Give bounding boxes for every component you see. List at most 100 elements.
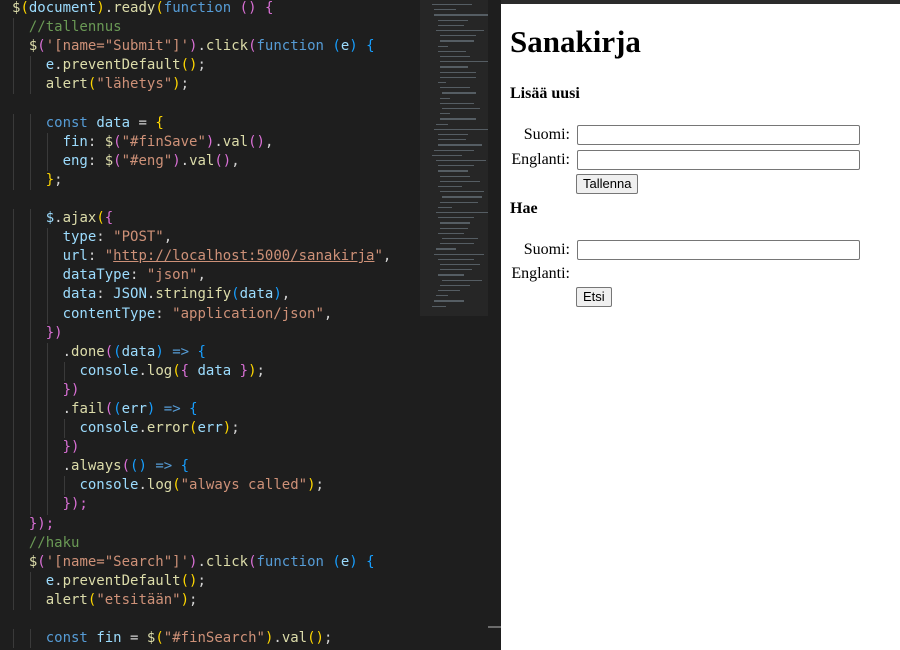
minimap-line	[440, 76, 476, 78]
code-token: ()	[130, 458, 147, 475]
minimap-line	[440, 102, 474, 104]
code-token: console	[79, 362, 139, 379]
add-finnish-input[interactable]	[577, 125, 860, 145]
indent-guide	[13, 247, 14, 267]
code-token: :	[87, 248, 105, 265]
code-token: stringify	[155, 286, 232, 303]
indent-guide	[46, 228, 48, 248]
indent-guide	[29, 132, 31, 152]
editor-scrollbar[interactable]	[488, 0, 501, 650]
code-token: ;	[256, 362, 265, 379]
code-token: "#finSave"	[121, 133, 206, 150]
indent-guide	[29, 113, 31, 133]
indent-guide	[13, 361, 14, 381]
code-token: )	[307, 477, 316, 494]
code-token: (	[248, 553, 257, 570]
code-line: });	[12, 514, 391, 534]
add-english-label: Englanti:	[511, 151, 570, 168]
save-button[interactable]: Tallenna	[576, 174, 639, 194]
minimap-line	[440, 97, 450, 99]
code-token: fin	[96, 630, 122, 647]
code-line: $('[name="Search"]').click(function (e) …	[12, 552, 391, 572]
minimap-line	[436, 212, 488, 214]
minimap-line	[440, 175, 470, 177]
code-token: )	[172, 152, 181, 169]
code-token: ,	[231, 152, 240, 169]
indent-guide	[46, 399, 48, 420]
code-line: //tallennus	[12, 18, 391, 38]
code-editor[interactable]: $(document).ready(function () { //tallen…	[0, 0, 420, 650]
code-content[interactable]: $(document).ready(function () { //tallen…	[12, 0, 391, 649]
indent-guide	[46, 304, 48, 324]
minimap-line	[438, 24, 464, 26]
code-token: ()	[180, 572, 198, 589]
code-line: console.log({ data });	[12, 361, 391, 381]
code-line: $(document).ready(function () {	[12, 0, 391, 18]
minimap-line	[438, 186, 462, 188]
code-token: type	[62, 229, 97, 246]
minimap-line	[442, 238, 478, 240]
code-token: log	[146, 362, 173, 379]
code-token: "application/json"	[172, 305, 324, 322]
code-token: )	[96, 0, 105, 16]
indent-guide	[13, 438, 14, 458]
code-token: "POST"	[113, 229, 164, 246]
minimap-line	[440, 284, 470, 286]
browser-preview: Sanakirja Lisää uusi Suomi: Englanti: Ta…	[501, 0, 900, 650]
indent-guide	[29, 399, 31, 420]
code-token: log	[146, 477, 173, 494]
code-line: contentType: "application/json",	[12, 304, 391, 324]
indent-guide	[13, 228, 14, 248]
code-line: };	[12, 170, 391, 190]
indent-guide	[46, 495, 48, 515]
indent-guide	[29, 438, 31, 458]
minimap-line	[440, 113, 450, 115]
indent-guide	[13, 514, 14, 534]
minimap-line	[438, 274, 464, 276]
minimap-line	[440, 191, 484, 193]
code-token: //tallennus	[28, 19, 122, 36]
code-token: =>	[155, 458, 173, 475]
search-finnish-input[interactable]	[577, 240, 860, 260]
add-english-input[interactable]	[577, 150, 860, 170]
code-token: console	[79, 420, 139, 437]
code-line: alert("etsitään");	[12, 590, 391, 610]
code-line: const fin = $("#finSearch").val();	[12, 629, 391, 649]
search-button[interactable]: Etsi	[576, 287, 612, 307]
minimap[interactable]	[420, 0, 488, 650]
code-token: .	[62, 400, 72, 417]
code-token: {	[366, 38, 375, 55]
code-token: {	[180, 362, 190, 379]
code-token: ;	[323, 630, 333, 647]
code-token: .	[62, 458, 72, 475]
code-token: //haku	[28, 534, 80, 551]
indent-guide	[46, 266, 48, 286]
code-token: )	[273, 286, 282, 303]
code-token: ()	[248, 133, 265, 150]
code-token: $	[104, 133, 114, 150]
code-token: )	[248, 362, 257, 379]
code-token: document	[28, 0, 97, 16]
code-token: .	[273, 630, 282, 647]
minimap-line	[440, 264, 480, 266]
add-finnish-label: Suomi:	[523, 126, 570, 143]
minimap-line	[434, 300, 464, 302]
code-line: //haku	[12, 533, 391, 553]
code-token: "json"	[146, 267, 198, 284]
code-token: .	[138, 477, 147, 494]
scrollbar-marker	[488, 626, 501, 628]
indent-guide	[46, 457, 48, 477]
code-token: (	[113, 133, 122, 150]
